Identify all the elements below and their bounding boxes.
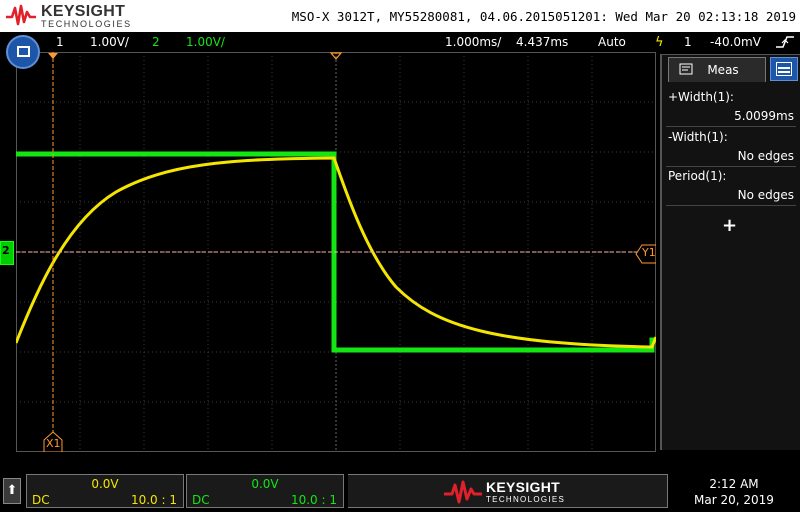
meas-name-period: Period(1): xyxy=(668,169,727,183)
ch1-coupling: DC xyxy=(32,493,50,507)
list-icon xyxy=(776,62,792,76)
ch2-ground-marker[interactable]: 2 xyxy=(0,241,14,265)
trigger-source[interactable]: 1 xyxy=(684,35,692,49)
meas-tab-icon xyxy=(679,63,693,75)
trigger-edge-icon: ϟ xyxy=(655,35,664,50)
cursor-x1-label: X1 xyxy=(46,437,61,450)
trigger-delay[interactable]: 4.437ms xyxy=(516,35,568,49)
waveform-display[interactable]: Y1 X1 xyxy=(14,52,658,453)
footer-brand: KEYSIGHT xyxy=(486,479,560,495)
clock-time: 2:12 AM xyxy=(709,477,759,491)
ch1-offset: 0.0V xyxy=(91,477,119,491)
ch1-number[interactable]: 1 xyxy=(56,35,64,49)
ch2-probe: 10.0 : 1 xyxy=(290,493,337,507)
ch2-offset: 0.0V xyxy=(251,477,279,491)
header-bar: KEYSIGHT TECHNOLOGIES MSO-X 3012T, MY552… xyxy=(0,0,800,32)
add-measurement-button[interactable]: + xyxy=(722,215,737,236)
menu-up-button[interactable]: ⬆ xyxy=(3,478,21,504)
clock-date: Mar 20, 2019 xyxy=(694,493,774,507)
meas-name-pos-width: +Width(1): xyxy=(668,90,734,104)
list-view-button[interactable] xyxy=(770,57,798,81)
ch2-info-box[interactable]: 0.0V DC 10.0 : 1 xyxy=(186,474,344,508)
graticule xyxy=(14,52,658,453)
instrument-title: MSO-X 3012T, MY55280081, 04.06.201505120… xyxy=(291,9,796,24)
measurements-panel: Meas +Width(1): 5.0099ms -Width(1): No e… xyxy=(660,54,800,450)
ch2-ground-label: 2 xyxy=(2,244,10,257)
ch1-scale[interactable]: 1.00V/ xyxy=(90,35,129,49)
keysight-wave-icon xyxy=(6,4,36,26)
status-bar: 1 1.00V/ 2 1.00V/ 1.000ms/ 4.437ms Auto … xyxy=(0,32,800,52)
rising-edge-icon xyxy=(776,36,794,48)
footer-logo: KEYSIGHT TECHNOLOGIES xyxy=(348,474,668,508)
brand-subtitle: TECHNOLOGIES xyxy=(41,19,132,29)
meas-name-neg-width: -Width(1): xyxy=(668,130,728,144)
ch2-number[interactable]: 2 xyxy=(152,35,160,49)
keysight-logo: KEYSIGHT TECHNOLOGIES xyxy=(6,2,131,30)
home-button[interactable] xyxy=(6,35,40,69)
trigger-mode[interactable]: Auto xyxy=(598,35,626,49)
cursor-y1-label: Y1 xyxy=(642,246,656,259)
ch2-coupling: DC xyxy=(192,493,210,507)
footer-keysight-wave-icon xyxy=(444,480,482,504)
meas-tab-label: Meas xyxy=(707,63,739,77)
ch2-scale[interactable]: 1.00V/ xyxy=(186,35,225,49)
ch1-info-box[interactable]: 0.0V DC 10.0 : 1 xyxy=(26,474,184,508)
timebase[interactable]: 1.000ms/ xyxy=(445,35,501,49)
clock: 2:12 AM Mar 20, 2019 xyxy=(676,476,792,508)
ch1-probe: 10.0 : 1 xyxy=(130,493,177,507)
footer-brand-sub: TECHNOLOGIES xyxy=(486,495,566,504)
meas-tab[interactable]: Meas xyxy=(668,57,766,82)
home-icon xyxy=(17,46,30,57)
meas-value-neg-width: No edges xyxy=(737,149,794,163)
meas-value-period: No edges xyxy=(737,188,794,202)
trigger-level[interactable]: -40.0mV xyxy=(710,35,761,49)
meas-value-pos-width: 5.0099ms xyxy=(734,109,794,123)
